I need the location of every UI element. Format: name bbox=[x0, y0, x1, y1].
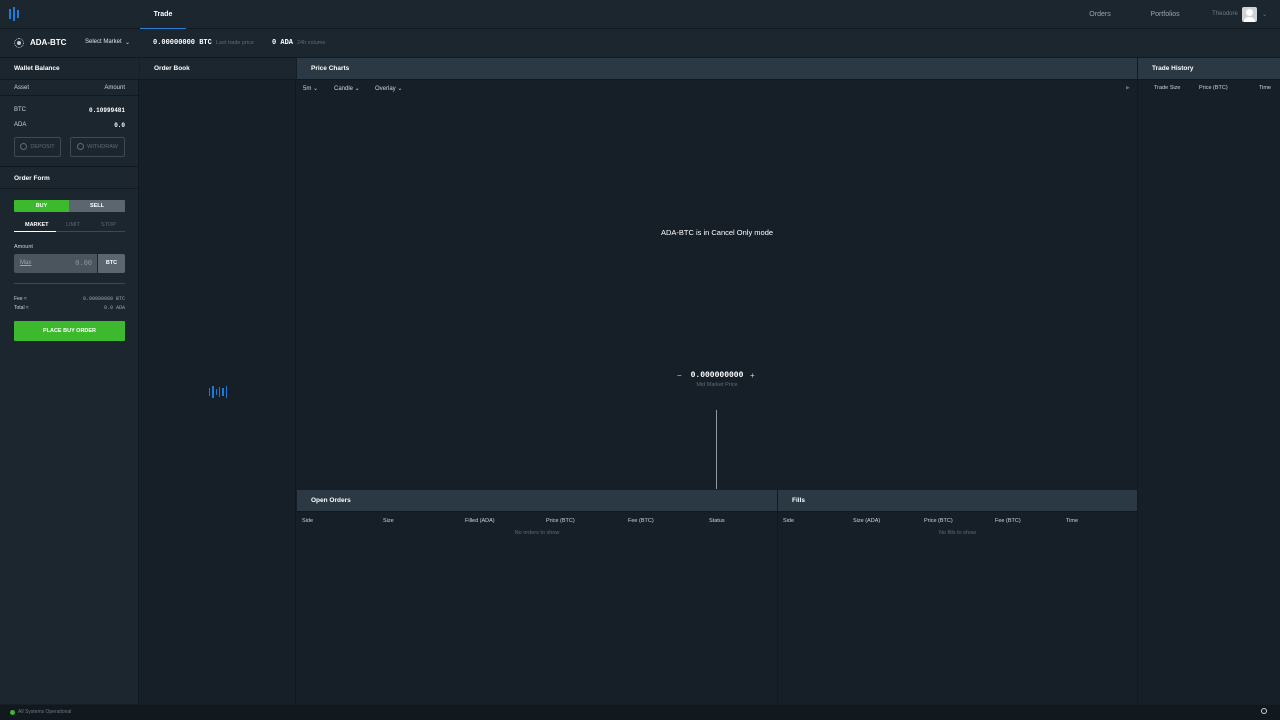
divider bbox=[777, 490, 778, 704]
wallet-amount-btc: 0.10999481 bbox=[88, 107, 125, 114]
deposit-button[interactable]: DEPOSIT bbox=[14, 137, 61, 157]
mid-market-price-label: Mid Market Price bbox=[696, 382, 738, 388]
trade-history-col-time: Time bbox=[1258, 85, 1271, 91]
status-bar bbox=[0, 705, 1280, 720]
wallet-amount-ada: 0.0 bbox=[114, 122, 125, 129]
nav-orders-tab[interactable]: Orders bbox=[1082, 0, 1118, 29]
interval-dropdown[interactable]: 5m ⌄ bbox=[303, 85, 318, 92]
select-market-dropdown[interactable]: Select Market bbox=[85, 39, 122, 45]
total-label: Total ≈ bbox=[14, 305, 29, 311]
buy-tab[interactable]: BUY bbox=[14, 200, 69, 212]
trade-history-title: Trade History bbox=[1138, 58, 1280, 80]
order-form-title: Order Form bbox=[14, 175, 50, 182]
trade-history-col-size: Trade Size bbox=[1154, 85, 1181, 91]
divider bbox=[14, 283, 125, 284]
open-orders-col-side: Side bbox=[302, 518, 314, 524]
nav-portfolios-tab[interactable]: Portfolios bbox=[1143, 0, 1187, 29]
trade-history-panel bbox=[1137, 58, 1280, 704]
gear-icon[interactable] bbox=[1261, 708, 1267, 714]
loading-icon bbox=[209, 386, 227, 398]
fills-col-size: Size (ADA) bbox=[853, 518, 881, 524]
divider bbox=[0, 95, 139, 96]
open-orders-col-fee: Fee (BTC) bbox=[628, 518, 654, 524]
fills-empty: No fills to show bbox=[939, 530, 976, 536]
amount-label: Amount bbox=[14, 244, 33, 250]
ada-coin-icon bbox=[14, 38, 24, 48]
price-charts-title: Price Charts bbox=[297, 58, 1137, 80]
trade-history-col-price: Price (BTC) bbox=[1199, 85, 1228, 91]
price-charts-panel bbox=[297, 58, 1137, 490]
chart-type-dropdown[interactable]: Candle ⌄ bbox=[334, 85, 360, 92]
last-trade-price: 0.00000000 BTC bbox=[153, 39, 212, 47]
zoom-in-icon[interactable]: + bbox=[750, 371, 755, 380]
volume-24h-label: 24h volume bbox=[297, 40, 326, 46]
wallet-asset-ada: ADA bbox=[14, 122, 27, 128]
user-avatar-icon[interactable] bbox=[1242, 7, 1257, 22]
status-text[interactable]: All Systems Operational bbox=[18, 709, 71, 715]
max-link[interactable]: Max bbox=[20, 260, 31, 266]
chevron-down-icon[interactable]: ⌄ bbox=[125, 39, 130, 46]
play-icon[interactable]: ▶ bbox=[1126, 85, 1130, 91]
fee-value: 0.00000000 BTC bbox=[82, 296, 125, 302]
last-trade-price-label: Last trade price bbox=[216, 40, 254, 46]
depth-chart-midline bbox=[716, 410, 717, 489]
wallet-asset-btc: BTC bbox=[14, 107, 26, 113]
bars-logo-icon[interactable] bbox=[9, 7, 21, 21]
amount-value[interactable]: 0.00 bbox=[60, 260, 92, 268]
mid-market-price: 0.000000000 bbox=[690, 371, 744, 380]
overlay-dropdown[interactable]: Overlay ⌄ bbox=[375, 85, 402, 92]
withdraw-icon bbox=[77, 143, 85, 151]
wallet-col-asset: Asset bbox=[14, 85, 30, 91]
open-orders-empty: No orders to show bbox=[514, 530, 560, 536]
divider bbox=[0, 166, 139, 167]
withdraw-button[interactable]: WITHDRAW bbox=[70, 137, 125, 157]
deposit-icon bbox=[20, 143, 28, 151]
nav-trade-tab[interactable]: Trade bbox=[140, 0, 186, 29]
tab-limit[interactable]: LIMIT bbox=[66, 222, 80, 228]
cancel-only-message: ADA-BTC is in Cancel Only mode bbox=[660, 228, 774, 237]
fills-col-price: Price (BTC) bbox=[924, 518, 953, 524]
user-name[interactable]: Theodore bbox=[1208, 0, 1242, 29]
market-name: ADA-BTC bbox=[30, 38, 67, 47]
fills-title: Fills bbox=[778, 490, 1137, 512]
tab-market[interactable]: MARKET bbox=[25, 222, 49, 228]
wallet-col-amount: Amount bbox=[104, 85, 125, 91]
fills-col-fee: Fee (BTC) bbox=[995, 518, 1021, 524]
amount-currency[interactable]: BTC bbox=[98, 254, 125, 273]
place-buy-order-button[interactable]: PLACE BUY ORDER bbox=[14, 321, 125, 341]
volume-24h: 0 ADA bbox=[272, 39, 294, 47]
wallet-balance-title: Wallet Balance bbox=[0, 58, 139, 80]
fills-col-side: Side bbox=[783, 518, 795, 524]
active-tab-indicator bbox=[14, 231, 56, 232]
fills-col-time: Time bbox=[1066, 518, 1079, 524]
order-book-title: Order Book bbox=[140, 58, 296, 80]
open-orders-col-size: Size bbox=[383, 518, 394, 524]
open-orders-col-filled: Filled (ADA) bbox=[465, 518, 495, 524]
divider bbox=[0, 188, 139, 189]
tab-stop[interactable]: STOP bbox=[101, 222, 116, 228]
open-orders-col-price: Price (BTC) bbox=[546, 518, 575, 524]
chevron-down-icon[interactable]: ⌄ bbox=[1262, 11, 1267, 18]
status-ok-icon bbox=[10, 710, 15, 715]
open-orders-col-status: Status bbox=[709, 518, 725, 524]
fee-label: Fee ≈ bbox=[14, 296, 27, 302]
sell-tab[interactable]: SELL bbox=[69, 200, 125, 212]
total-value: 0.0 ADA bbox=[103, 305, 125, 311]
open-orders-title: Open Orders bbox=[297, 490, 777, 512]
order-book-panel bbox=[140, 58, 296, 704]
